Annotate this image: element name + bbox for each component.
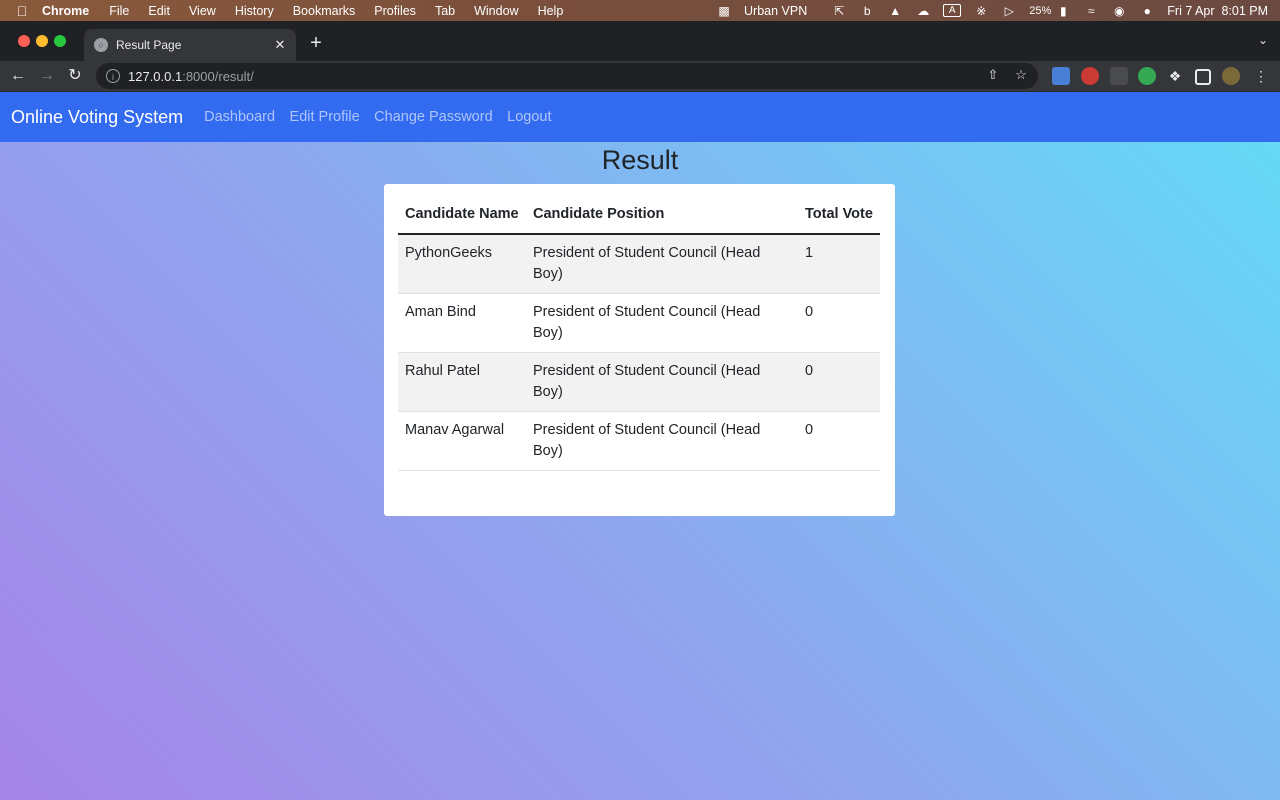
browser-tab[interactable]: ○ Result Page ✕ — [84, 29, 296, 61]
control-center-icon[interactable]: ◉ — [1111, 4, 1127, 18]
share-icon[interactable]: ⇧ — [984, 67, 1002, 83]
result-table: Candidate Name Candidate Position Total … — [398, 204, 880, 471]
table-row: Manav Agarwal President of Student Counc… — [398, 411, 880, 471]
page-content: Online Voting System Dashboard Edit Prof… — [0, 92, 1280, 800]
side-panel-icon[interactable] — [1195, 69, 1211, 85]
cell-candidate-position: President of Student Council (Head Boy) — [526, 352, 798, 412]
bing-icon[interactable]: b — [859, 4, 875, 18]
cell-candidate-name: Manav Agarwal — [398, 411, 526, 471]
wifi-icon[interactable]: ≈ — [1083, 4, 1099, 18]
battery-icon[interactable]: ▮ — [1055, 4, 1071, 18]
check-extension-icon[interactable] — [1138, 67, 1156, 85]
menu-tab[interactable]: Tab — [435, 4, 455, 18]
cell-candidate-name: PythonGeeks — [398, 233, 526, 294]
bluetooth-icon[interactable]: ※ — [973, 4, 989, 18]
close-tab-icon[interactable]: ✕ — [272, 37, 288, 53]
tab-search-icon[interactable]: ⌄ — [1258, 33, 1268, 47]
browser-toolbar: ← → ↻ i 127.0.0.1:8000/result/ ⇧ ☆ ❖ ⋮ — [0, 61, 1280, 92]
close-window-button[interactable] — [18, 35, 30, 47]
forward-button[interactable]: → — [37, 66, 57, 86]
translate-extension-icon[interactable] — [1052, 67, 1070, 85]
new-tab-button[interactable]: + — [306, 33, 326, 53]
header-candidate-position: Candidate Position — [526, 204, 798, 235]
menu-bookmarks[interactable]: Bookmarks — [293, 4, 356, 18]
fullscreen-icon[interactable]: ⇱ — [831, 4, 847, 18]
menu-view[interactable]: View — [189, 4, 216, 18]
menu-help[interactable]: Help — [538, 4, 564, 18]
nav-dashboard[interactable]: Dashboard — [204, 109, 275, 125]
table-header-row: Candidate Name Candidate Position Total … — [398, 204, 880, 235]
table-row: PythonGeeks President of Student Council… — [398, 233, 880, 294]
table-row: Rahul Patel President of Student Council… — [398, 352, 880, 412]
extension-icon[interactable] — [1110, 67, 1128, 85]
cell-total-vote: 0 — [798, 293, 880, 353]
cloud-icon[interactable]: ☁ — [915, 4, 931, 18]
tab-title: Result Page — [116, 38, 182, 52]
menu-window[interactable]: Window — [474, 4, 518, 18]
reload-button[interactable]: ↻ — [65, 66, 85, 86]
cell-total-vote: 1 — [798, 233, 880, 294]
url-text[interactable]: 127.0.0.1:8000/result/ — [128, 69, 254, 84]
back-button[interactable]: ← — [8, 66, 28, 86]
vpn-status[interactable]: ▩ Urban VPN — [716, 4, 819, 18]
table-row: Aman Bind President of Student Council (… — [398, 293, 880, 353]
cell-candidate-position: President of Student Council (Head Boy) — [526, 233, 798, 294]
fullscreen-window-button[interactable] — [54, 35, 66, 47]
play-icon[interactable]: ▷ — [1001, 4, 1017, 18]
cell-total-vote: 0 — [798, 352, 880, 412]
cell-candidate-name: Rahul Patel — [398, 352, 526, 412]
menu-history[interactable]: History — [235, 4, 274, 18]
menu-profiles[interactable]: Profiles — [374, 4, 416, 18]
more-menu-icon[interactable]: ⋮ — [1252, 67, 1270, 85]
menubar-datetime[interactable]: Fri 7 Apr 8:01 PM — [1167, 4, 1268, 18]
bookmark-star-icon[interactable]: ☆ — [1012, 67, 1030, 83]
cell-total-vote: 0 — [798, 411, 880, 471]
nav-change-password[interactable]: Change Password — [374, 109, 493, 125]
robot-icon: ▩ — [718, 3, 730, 18]
browser-tab-bar: ○ Result Page ✕ + ⌄ — [0, 21, 1280, 61]
header-total-vote: Total Vote — [798, 204, 880, 235]
cell-candidate-position: President of Student Council (Head Boy) — [526, 293, 798, 353]
vlc-icon[interactable]: ▲ — [887, 4, 903, 18]
site-navbar: Online Voting System Dashboard Edit Prof… — [0, 92, 1280, 142]
battery-percent: 25% — [1029, 4, 1052, 17]
macos-menu-bar:  Chrome File Edit View History Bookmark… — [0, 0, 1280, 21]
url-path: :8000/result/ — [182, 68, 254, 84]
keyboard-input-icon[interactable]: A — [943, 4, 962, 17]
menu-edit[interactable]: Edit — [148, 4, 170, 18]
nav-edit-profile[interactable]: Edit Profile — [290, 109, 360, 125]
url-host: 127.0.0.1 — [128, 68, 183, 84]
page-title: Result — [601, 145, 679, 175]
adblock-extension-icon[interactable] — [1081, 67, 1099, 85]
header-candidate-name: Candidate Name — [398, 204, 526, 235]
cell-candidate-name: Aman Bind — [398, 293, 526, 353]
extensions-puzzle-icon[interactable]: ❖ — [1166, 67, 1184, 85]
minimize-window-button[interactable] — [36, 35, 48, 47]
globe-icon: ○ — [94, 38, 108, 52]
siri-icon[interactable]: ● — [1139, 4, 1155, 18]
apple-icon[interactable]:  — [14, 3, 30, 19]
site-brand[interactable]: Online Voting System — [11, 107, 183, 128]
profile-avatar[interactable] — [1222, 67, 1240, 85]
result-card: Candidate Name Candidate Position Total … — [384, 184, 895, 516]
nav-logout[interactable]: Logout — [507, 109, 551, 125]
address-bar[interactable]: i 127.0.0.1:8000/result/ ⇧ ☆ — [96, 63, 1038, 89]
menu-file[interactable]: File — [109, 4, 129, 18]
site-info-icon[interactable]: i — [106, 69, 120, 83]
cell-candidate-position: President of Student Council (Head Boy) — [526, 411, 798, 471]
menu-app-name[interactable]: Chrome — [42, 4, 89, 18]
